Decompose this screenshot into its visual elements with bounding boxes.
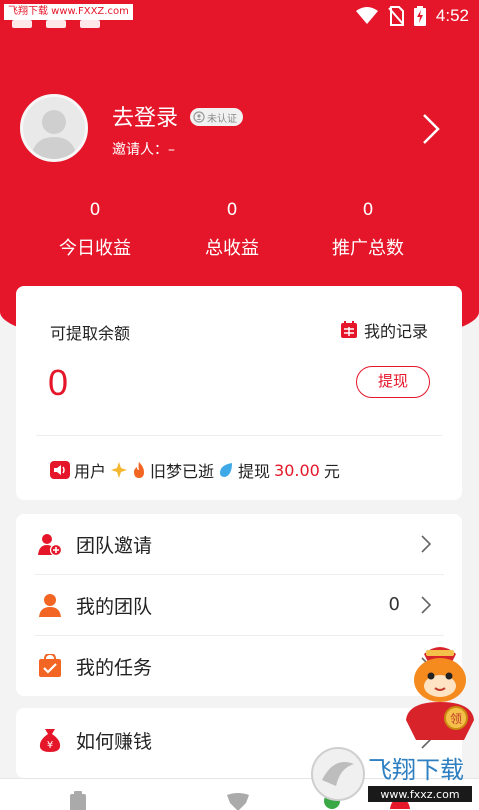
stat-total-earnings: 0 总收益 xyxy=(157,200,307,260)
notification-icon xyxy=(12,20,32,28)
ticker-unit: 元 xyxy=(323,462,340,481)
menu-item-my-team[interactable]: 我的团队 0 xyxy=(16,575,462,635)
fire-icon xyxy=(134,462,145,478)
records-icon xyxy=(340,321,357,338)
watermark-logo: 飞翔下载 www.fxxz.com xyxy=(311,747,472,802)
ticker-action: 提现 xyxy=(238,462,271,481)
menu-card: 团队邀请 我的团队 0 我的任务 xyxy=(16,514,462,696)
chevron-right-icon[interactable] xyxy=(420,112,442,146)
menu-label: 团队邀请 xyxy=(76,535,153,557)
drop-icon xyxy=(220,463,233,477)
menu-item-team-invite[interactable]: 团队邀请 xyxy=(16,514,462,574)
status-bar: 飞翔下载 www.FXXZ.com 4:52 xyxy=(0,0,479,36)
mascot-badge-text: 领 xyxy=(450,712,462,726)
team-count: 0 xyxy=(388,594,400,615)
speaker-icon xyxy=(50,461,70,479)
stat-label: 今日收益 xyxy=(59,238,131,259)
notification-icon xyxy=(80,20,100,28)
chevron-right-icon xyxy=(421,596,432,614)
menu-item-my-tasks[interactable]: 我的任务 xyxy=(16,636,462,696)
balance-value: 0 xyxy=(48,362,69,403)
stat-label: 推广总数 xyxy=(332,238,404,259)
watermark-url: www.fxxz.com xyxy=(380,788,459,801)
wifi-icon xyxy=(355,7,378,24)
withdraw-button[interactable]: 提现 xyxy=(356,366,430,398)
divider xyxy=(36,435,442,436)
menu-label: 如何赚钱 xyxy=(76,731,153,753)
my-records-link[interactable]: 我的记录 xyxy=(340,318,428,342)
id-card-icon xyxy=(193,111,205,123)
no-sim-icon xyxy=(388,6,404,26)
money-bag-icon: ¥ xyxy=(39,729,61,752)
records-label: 我的记录 xyxy=(363,322,428,341)
stat-label: 总收益 xyxy=(205,238,259,259)
balance-label: 可提取余额 xyxy=(50,324,131,343)
verification-badge: 未认证 xyxy=(190,108,243,126)
mascot-tiger-icon[interactable]: 领 xyxy=(404,640,476,744)
menu-label: 我的团队 xyxy=(76,596,153,618)
withdraw-ticker: 用户 旧梦已逝 提现 30.00 元 xyxy=(50,458,340,482)
notification-icons xyxy=(12,20,100,28)
user-icon xyxy=(39,594,61,617)
ticker-name: 旧梦已逝 xyxy=(150,462,215,481)
stat-referral-count: 0 推广总数 xyxy=(293,200,443,260)
watermark-logo-text: 飞翔下载 xyxy=(368,756,464,784)
status-time: 4:52 xyxy=(435,6,469,25)
ticker-amount: 30.00 xyxy=(274,460,320,480)
watermark-top: 飞翔下载 www.FXXZ.com xyxy=(4,4,133,20)
chevron-right-icon xyxy=(421,535,432,553)
task-bag-icon xyxy=(39,654,61,677)
avatar[interactable] xyxy=(20,94,88,162)
default-avatar-icon xyxy=(31,110,77,159)
menu-label: 我的任务 xyxy=(76,657,153,679)
nav-clipboard-icon[interactable] xyxy=(68,791,88,810)
stat-today-earnings: 0 今日收益 xyxy=(20,200,170,260)
balance-card: 可提取余额 我的记录 0 提现 用户 旧梦已逝 提现 30.00 元 xyxy=(16,286,462,500)
battery-charging-icon xyxy=(413,6,426,26)
verification-label: 未认证 xyxy=(207,113,237,125)
add-user-icon xyxy=(38,534,62,556)
svg-text:¥: ¥ xyxy=(47,740,53,751)
stat-value: 0 xyxy=(89,200,101,220)
stat-value: 0 xyxy=(362,200,374,220)
inviter-text: 邀请人：– xyxy=(112,142,175,158)
sparkle-icon xyxy=(111,462,128,478)
notification-icon xyxy=(46,20,66,28)
login-link[interactable]: 去登录 xyxy=(112,100,178,132)
ticker-user: 用户 xyxy=(74,462,107,481)
stat-value: 0 xyxy=(226,200,238,220)
nav-gift-icon[interactable] xyxy=(226,791,250,810)
